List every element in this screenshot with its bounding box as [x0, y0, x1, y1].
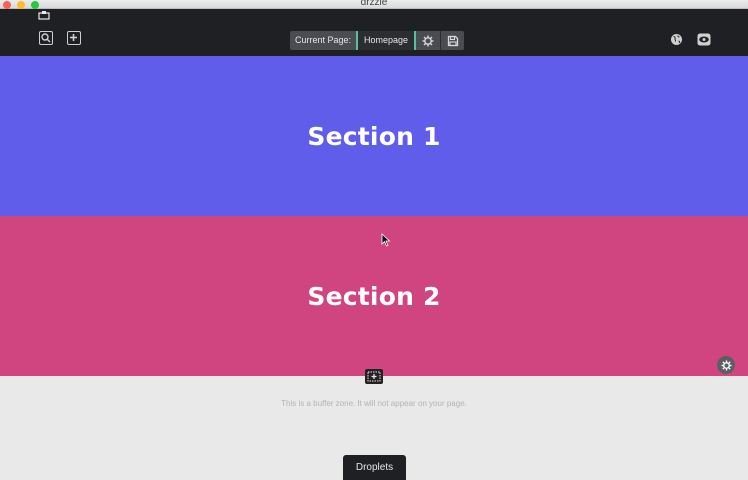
add-section-icon — [367, 371, 381, 382]
page-section-1[interactable]: Section 1 — [0, 56, 748, 216]
section-1-title: Section 1 — [307, 121, 441, 151]
gear-icon — [720, 359, 732, 371]
publish-button[interactable] — [670, 33, 683, 46]
section-settings-button[interactable] — [717, 356, 735, 374]
add-button[interactable] — [67, 31, 81, 45]
current-page-dropdown[interactable]: Homepage — [356, 31, 417, 50]
save-icon — [447, 35, 458, 46]
mouse-cursor-icon — [381, 233, 391, 247]
editor-toolbar: Current Page: Homepage — [0, 9, 748, 56]
search-zoom-button[interactable] — [39, 31, 53, 45]
page-section-2[interactable]: Section 2 — [0, 216, 748, 376]
page-settings-button[interactable] — [416, 31, 441, 50]
search-zoom-icon — [41, 33, 51, 43]
gear-icon — [422, 35, 434, 46]
droplets-drawer-button[interactable]: Droplets — [343, 455, 406, 480]
preview-button[interactable] — [697, 33, 711, 46]
section-2-title: Section 2 — [307, 281, 441, 311]
globe-icon — [671, 34, 682, 45]
current-page-label: Current Page: — [290, 31, 357, 50]
add-icon — [70, 34, 77, 41]
eye-icon — [697, 33, 711, 46]
save-button[interactable] — [440, 31, 465, 50]
current-page-selector: Current Page: Homepage — [290, 31, 465, 50]
window-title: drzzle — [360, 0, 388, 8]
add-section-button[interactable] — [365, 369, 383, 384]
app-window: drzzle Current Page: Homepage Section 1 … — [0, 0, 748, 480]
buffer-zone-note: This is a buffer zone. It will not appea… — [281, 399, 467, 408]
inbox-icon — [38, 10, 50, 21]
window-titlebar: drzzle — [0, 0, 748, 9]
